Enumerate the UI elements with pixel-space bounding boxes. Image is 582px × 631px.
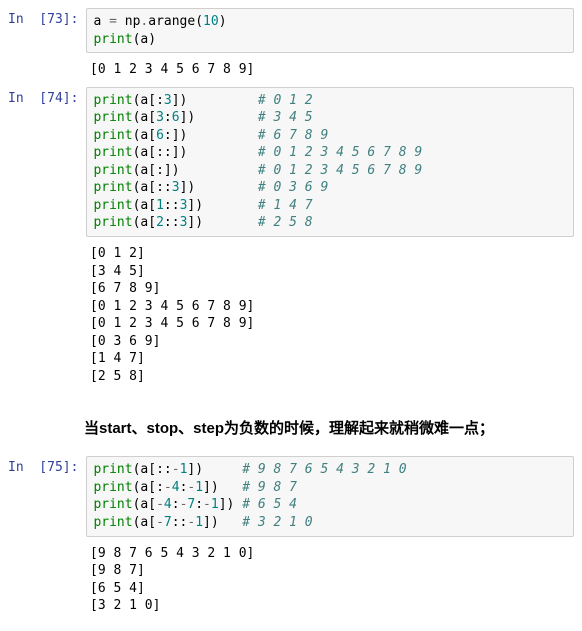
output-prompt [8,241,84,389]
input-prompt: In [74]: [8,87,86,237]
output-cell: [0 1 2 3 4 5 6 7 8 9] [8,57,574,83]
input-cell: In [75]:print(a[::-1]) # 9 8 7 6 5 4 3 2… [8,456,574,536]
code-line: print(a[:]) # 0 1 2 3 4 5 6 7 8 9 [93,163,422,178]
input-cell: In [73]:a = np.arange(10) print(a) [8,8,574,53]
output-cell: [0 1 2] [3 4 5] [6 7 8 9] [0 1 2 3 4 5 6… [8,241,574,389]
input-cell: In [74]:print(a[:3]) # 0 1 2 print(a[3:6… [8,87,574,237]
code-input[interactable]: print(a[:3]) # 0 1 2 print(a[3:6]) # 3 4… [86,87,574,237]
output-text: [0 1 2 3 4 5 6 7 8 9] [84,57,574,83]
section-heading: 当start、stop、step为负数的时候，理解起来就稍微难一点； [84,417,574,438]
output-text: [9 8 7 6 5 4 3 2 1 0] [9 8 7] [6 5 4] [3… [84,541,574,619]
code-line: print(a[:3]) # 0 1 2 [93,93,312,108]
output-text: [0 1 2] [3 4 5] [6 7 8 9] [0 1 2 3 4 5 6… [84,241,574,389]
code-line: print(a[:-4:-1]) # 9 8 7 [93,480,297,495]
code-input[interactable]: print(a[::-1]) # 9 8 7 6 5 4 3 2 1 0 pri… [86,456,574,536]
output-prompt [8,57,84,83]
code-line: print(a[::3]) # 0 3 6 9 [93,180,328,195]
code-line: print(a[::-1]) # 9 8 7 6 5 4 3 2 1 0 [93,462,406,477]
output-cell: [9 8 7 6 5 4 3 2 1 0] [9 8 7] [6 5 4] [3… [8,541,574,619]
input-prompt: In [75]: [8,456,86,536]
code-line: print(a[2::3]) # 2 5 8 [93,215,312,230]
output-prompt [8,541,84,619]
code-line: print(a[1::3]) # 1 4 7 [93,198,312,213]
code-line: print(a[-4:-7:-1]) # 6 5 4 [93,497,297,512]
code-input[interactable]: a = np.arange(10) print(a) [86,8,574,53]
code-line: print(a[3:6]) # 3 4 5 [93,110,312,125]
code-line: print(a) [93,32,156,47]
input-prompt: In [73]: [8,8,86,53]
code-line: print(a[::]) # 0 1 2 3 4 5 6 7 8 9 [93,145,422,160]
code-line: print(a[6:]) # 6 7 8 9 [93,128,328,143]
notebook-root: In [73]:a = np.arange(10) print(a)[0 1 2… [8,8,574,619]
code-line: print(a[-7::-1]) # 3 2 1 0 [93,515,312,530]
code-line: a = np.arange(10) [93,14,226,29]
